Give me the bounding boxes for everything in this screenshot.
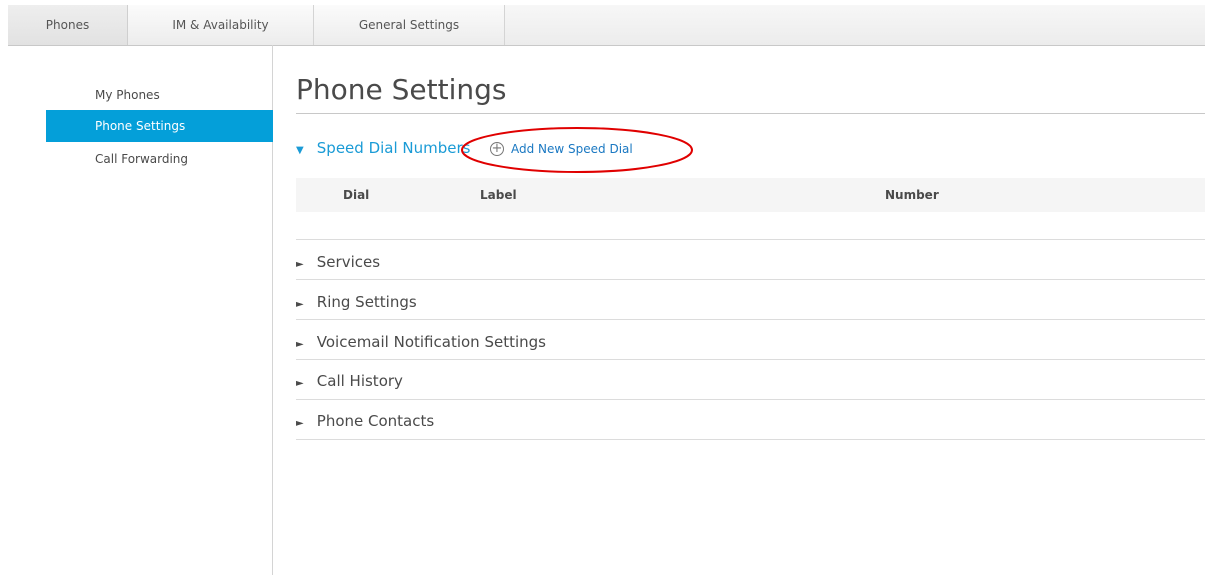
section-phone-contacts[interactable]: ► Phone Contacts: [296, 407, 1205, 435]
section-divider: [296, 239, 1205, 240]
collapsed-arrow-icon: ►: [296, 259, 304, 270]
section-divider: [296, 439, 1205, 440]
sidebar-item-phone-settings[interactable]: Phone Settings: [46, 110, 273, 142]
tab-im-availability[interactable]: IM & Availability: [128, 5, 314, 45]
collapsed-arrow-icon: ►: [296, 299, 304, 310]
section-label: Speed Dial Numbers: [316, 139, 471, 157]
section-label: Ring Settings: [316, 293, 417, 311]
section-call-history[interactable]: ► Call History: [296, 367, 1205, 395]
column-header-label: Label: [480, 188, 517, 202]
column-header-dial: Dial: [343, 188, 370, 202]
section-divider: [296, 279, 1205, 280]
speed-dial-table-header: Dial Label Number: [296, 178, 1205, 212]
section-label: Voicemail Notification Settings: [316, 333, 546, 351]
column-header-number: Number: [885, 188, 939, 202]
collapsed-arrow-icon: ►: [296, 418, 304, 429]
tab-phones[interactable]: Phones: [8, 5, 128, 45]
tab-general-settings[interactable]: General Settings: [314, 5, 505, 45]
plus-circle-icon: +: [490, 140, 504, 156]
page-title: Phone Settings: [296, 73, 507, 106]
section-services[interactable]: ► Services: [296, 248, 1205, 276]
section-ring-settings[interactable]: ► Ring Settings: [296, 288, 1205, 316]
tab-bar-filler: [505, 5, 1205, 45]
section-voicemail-notification-settings[interactable]: ► Voicemail Notification Settings: [296, 328, 1205, 356]
sidebar: My Phones Phone Settings Call Forwarding: [0, 45, 273, 575]
collapsed-arrow-icon: ►: [296, 339, 304, 350]
section-label: Services: [316, 253, 381, 271]
title-divider: [296, 113, 1205, 114]
add-new-speed-dial-label: Add New Speed Dial: [511, 142, 633, 156]
top-tab-bar: Phones IM & Availability General Setting…: [8, 5, 1205, 46]
section-label: Phone Contacts: [316, 412, 435, 430]
sidebar-item-my-phones[interactable]: My Phones: [46, 79, 273, 111]
expanded-arrow-icon: ▼: [296, 145, 304, 156]
section-divider: [296, 359, 1205, 360]
section-divider: [296, 399, 1205, 400]
section-divider: [296, 319, 1205, 320]
collapsed-arrow-icon: ►: [296, 378, 304, 389]
section-label: Call History: [316, 372, 403, 390]
section-speed-dial-numbers[interactable]: ▼ Speed Dial Numbers: [296, 134, 1205, 162]
sidebar-item-call-forwarding[interactable]: Call Forwarding: [46, 143, 273, 175]
add-new-speed-dial-button[interactable]: + Add New Speed Dial: [490, 137, 633, 161]
